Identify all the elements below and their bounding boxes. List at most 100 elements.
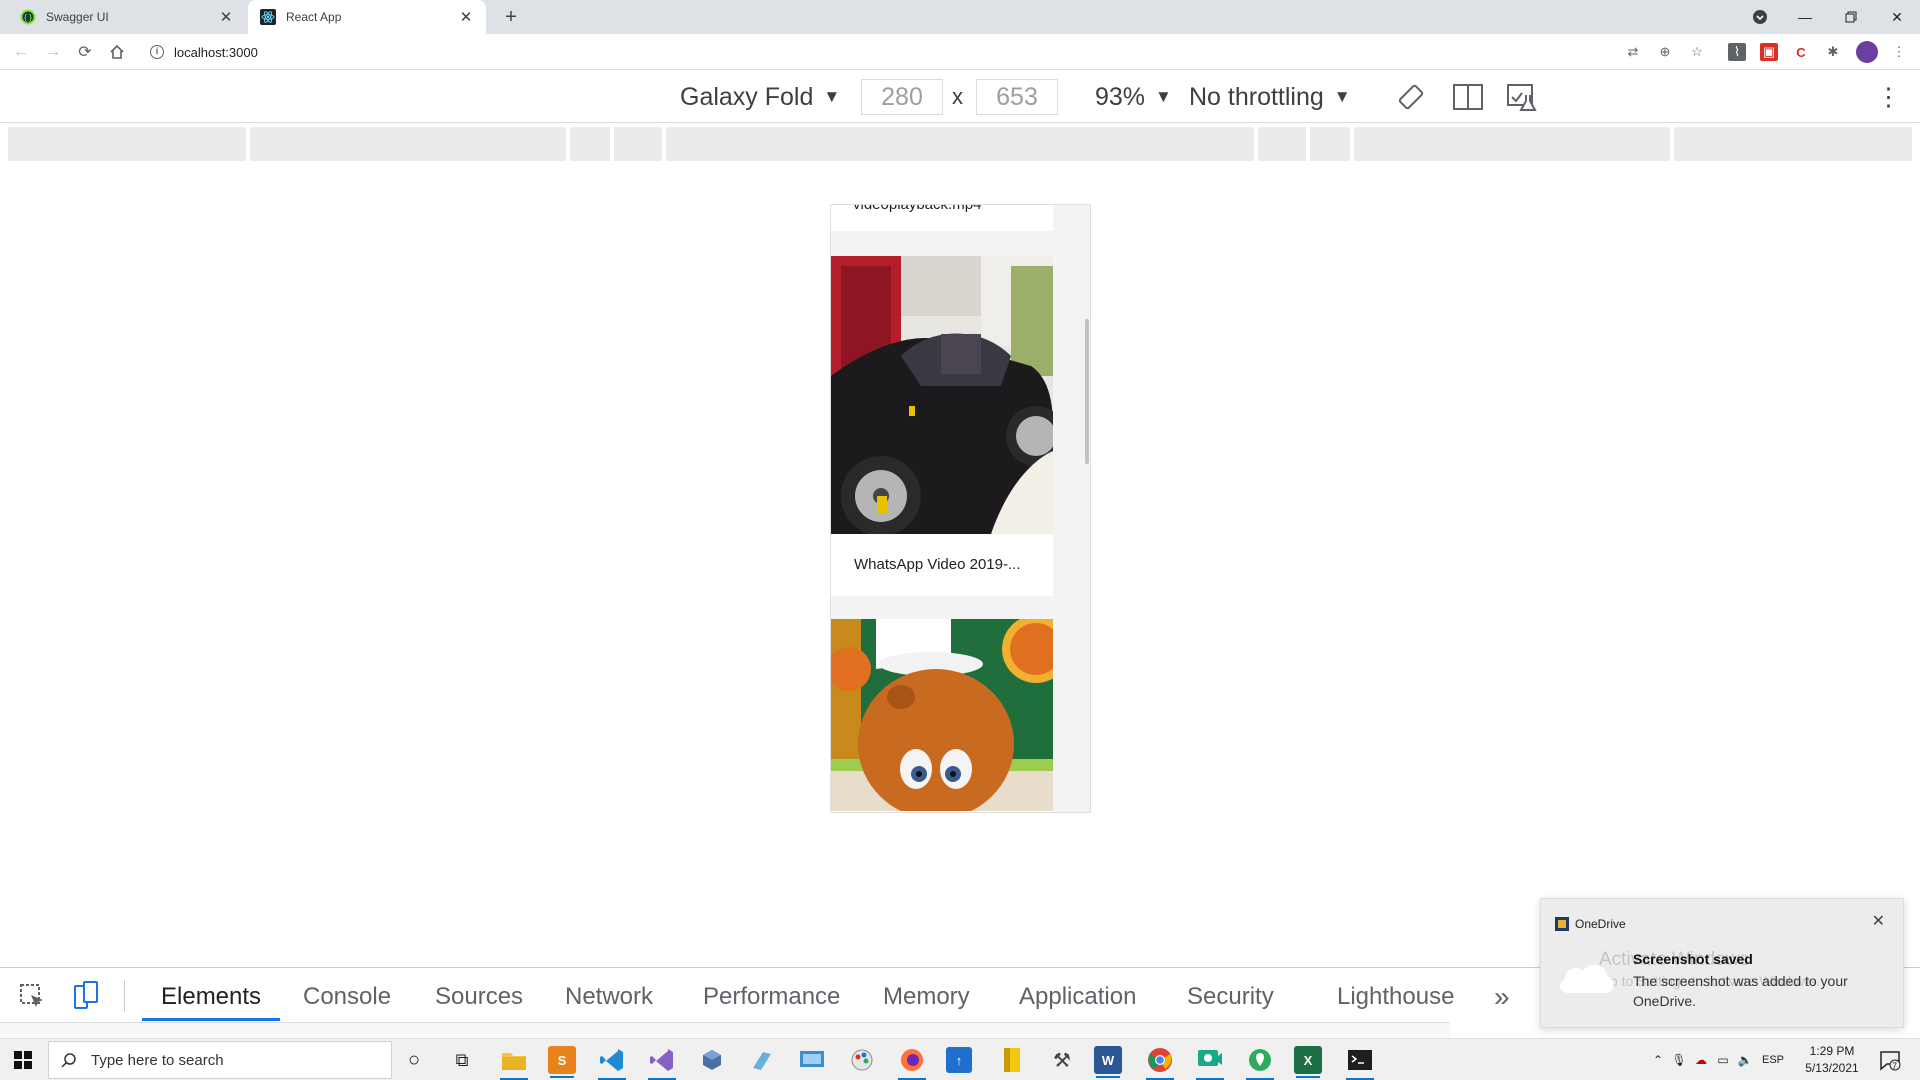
new-tab-button[interactable]: + — [498, 4, 524, 30]
tab-application[interactable]: Application — [1019, 982, 1136, 1012]
emulated-device-viewport: videoplayback.mp4 WhatsApp Video 2019-..… — [830, 204, 1091, 813]
reload-icon[interactable]: ⟳ — [72, 39, 98, 65]
sensors-flask-icon[interactable] — [1506, 79, 1538, 115]
tab-lighthouse[interactable]: Lighthouse — [1337, 982, 1454, 1012]
tools-app-icon[interactable]: ⚒ — [1046, 1044, 1078, 1076]
azure-data-studio-icon[interactable] — [746, 1044, 778, 1076]
zoom-select[interactable]: 93% ▼ — [1095, 79, 1172, 115]
site-info-icon[interactable]: i — [150, 45, 164, 59]
device-select[interactable]: Galaxy Fold ▼ — [680, 79, 840, 115]
notes-app-icon[interactable] — [996, 1044, 1028, 1076]
close-tab-icon[interactable]: ✕ — [458, 8, 474, 26]
chrome-icon[interactable] — [1144, 1044, 1176, 1080]
device-toggle-icon[interactable] — [70, 980, 102, 1012]
dimension-separator: x — [952, 84, 963, 109]
more-tabs-icon[interactable]: » — [1494, 981, 1510, 1012]
tab-console[interactable]: Console — [303, 982, 391, 1012]
tab-network[interactable]: Network — [565, 982, 653, 1012]
vscode-icon[interactable] — [596, 1044, 628, 1080]
microphone-icon[interactable]: 🎙 — [1668, 1053, 1690, 1067]
taskbar-search-input[interactable]: Type here to search — [48, 1041, 392, 1079]
extension-icon[interactable]: C — [1792, 43, 1810, 61]
tab-search-icon[interactable] — [1737, 0, 1783, 34]
media-query-segment[interactable] — [1354, 127, 1670, 161]
media-query-segment[interactable] — [666, 127, 1254, 161]
windows-start-icon[interactable] — [0, 1039, 46, 1080]
tab-security[interactable]: Security — [1187, 982, 1274, 1012]
back-icon[interactable]: ← — [8, 39, 34, 65]
close-notification-icon[interactable]: ✕ — [1872, 911, 1885, 931]
cartoon-chef-thumbnail[interactable] — [831, 619, 1053, 811]
action-center-icon[interactable]: 7 — [1874, 1039, 1906, 1080]
cortana-icon[interactable]: ○ — [398, 1044, 430, 1076]
profile-avatar[interactable] — [1856, 41, 1878, 63]
show-hidden-icons-icon[interactable]: ⌃ — [1648, 1053, 1668, 1067]
close-tab-icon[interactable]: ✕ — [218, 8, 234, 26]
visual-studio-icon[interactable] — [646, 1044, 678, 1080]
inspect-element-icon[interactable] — [16, 980, 48, 1012]
excel-icon[interactable]: X — [1294, 1046, 1322, 1078]
word-icon[interactable]: W — [1094, 1046, 1122, 1078]
video-card[interactable]: videoplayback.mp4 — [831, 205, 1053, 231]
media-query-segment[interactable] — [1258, 127, 1306, 161]
terminal-icon[interactable] — [1344, 1044, 1376, 1080]
system-tray: ⌃ 🎙 ☁ ▭ 🔈 ESP — [1648, 1039, 1790, 1080]
maps-app-icon[interactable] — [1244, 1044, 1276, 1080]
dual-screen-icon[interactable] — [1452, 79, 1484, 115]
close-window-icon[interactable]: ✕ — [1874, 0, 1920, 34]
tab-label: Swagger UI — [46, 10, 109, 24]
media-query-segment[interactable] — [8, 127, 246, 161]
toolbar-divider — [124, 980, 125, 1012]
tab-sources[interactable]: Sources — [435, 982, 523, 1012]
tab-memory[interactable]: Memory — [883, 982, 970, 1012]
rotate-icon[interactable] — [1396, 79, 1426, 115]
video-card[interactable]: WhatsApp Video 2019-... — [831, 256, 1053, 596]
onedrive-notification[interactable]: OneDrive ✕ Activate Windows Go to Settin… — [1540, 898, 1904, 1028]
zoom-icon[interactable]: ⊕ — [1656, 43, 1674, 61]
dropdown-caret-icon: ▼ — [1333, 87, 1351, 106]
throttling-select[interactable]: No throttling ▼ — [1189, 79, 1351, 115]
tab-elements[interactable]: Elements — [161, 982, 261, 1012]
address-bar[interactable]: i localhost:3000 — [140, 38, 1710, 66]
media-query-segment[interactable] — [614, 127, 662, 161]
browser-menu-icon[interactable]: ⋮ — [1890, 43, 1908, 61]
media-query-segment[interactable] — [570, 127, 610, 161]
firefox-icon[interactable] — [896, 1044, 928, 1080]
video-call-icon[interactable] — [1194, 1044, 1226, 1080]
tab-performance[interactable]: Performance — [703, 982, 840, 1012]
cube-app-icon[interactable] — [696, 1044, 728, 1076]
onedrive-tray-icon[interactable]: ☁ — [1690, 1053, 1712, 1067]
device-toolbar-menu-icon[interactable]: ⋮ — [1876, 79, 1901, 115]
sublime-text-icon[interactable]: S — [548, 1046, 576, 1078]
restore-icon[interactable] — [1828, 0, 1874, 34]
volume-icon[interactable]: 🔈 — [1734, 1053, 1756, 1067]
forward-icon[interactable]: → — [40, 39, 66, 65]
media-query-segment[interactable] — [250, 127, 566, 161]
home-icon[interactable] — [104, 39, 130, 65]
input-language[interactable]: ESP — [1756, 1054, 1790, 1066]
file-explorer-icon[interactable] — [498, 1044, 530, 1080]
media-query-segment[interactable] — [1310, 127, 1350, 161]
translate-icon[interactable]: ⇄ — [1624, 43, 1642, 61]
viewport-scrollbar[interactable] — [1085, 319, 1089, 464]
media-query-segment[interactable] — [1674, 127, 1912, 161]
extension-icon[interactable]: ▣ — [1760, 43, 1778, 61]
dropdown-caret-icon: ▼ — [823, 87, 841, 106]
viewport-height-input[interactable]: 653 — [976, 79, 1058, 115]
viewport-width-input[interactable]: 280 — [861, 79, 943, 115]
car-thumbnail[interactable] — [831, 256, 1053, 534]
task-view-icon[interactable]: ⧉ — [446, 1044, 478, 1076]
taskbar-clock[interactable]: 1:29 PM 5/13/2021 — [1800, 1043, 1864, 1077]
paint-icon[interactable] — [846, 1044, 878, 1076]
remote-desktop-icon[interactable] — [796, 1044, 828, 1076]
video-card[interactable] — [831, 619, 1053, 812]
device-toolbar: Galaxy Fold ▼ 280 x 653 93% ▼ No throttl… — [0, 71, 1920, 123]
network-icon[interactable]: ▭ — [1712, 1053, 1734, 1067]
minimize-icon[interactable]: — — [1782, 0, 1828, 34]
extensions-puzzle-icon[interactable]: ✱ — [1824, 43, 1842, 61]
tab-swagger-ui[interactable]: {} Swagger UI ✕ — [8, 0, 246, 34]
bookmark-star-icon[interactable]: ☆ — [1688, 43, 1706, 61]
extension-icon[interactable]: ⌇ — [1728, 43, 1746, 61]
upload-app-icon[interactable]: ↑ — [946, 1047, 972, 1073]
tab-react-app[interactable]: React App ✕ — [248, 0, 486, 34]
